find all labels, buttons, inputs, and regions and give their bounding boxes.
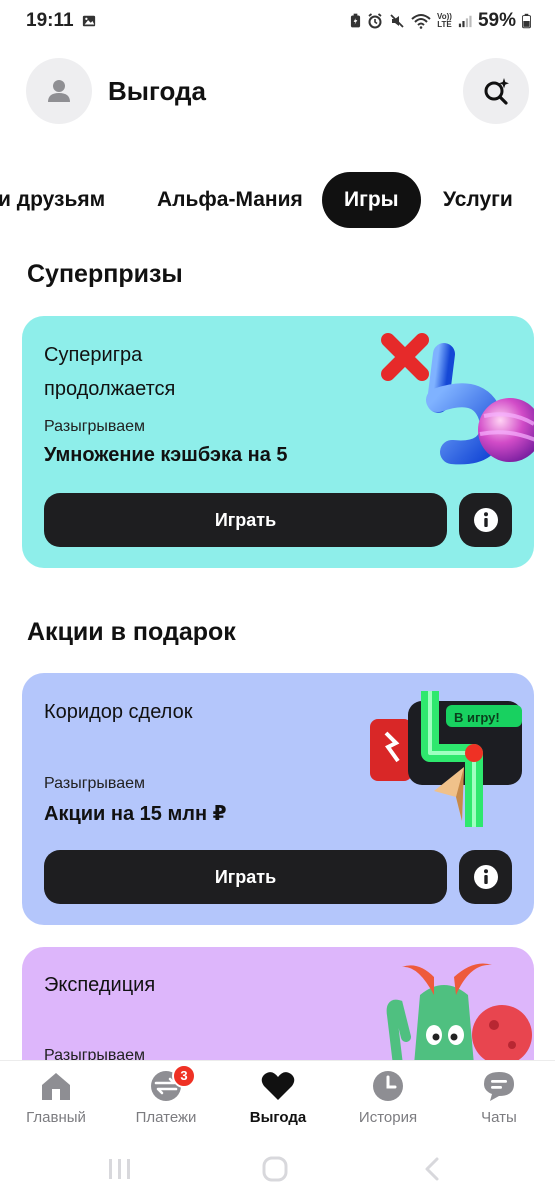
back-icon[interactable] bbox=[420, 1156, 444, 1182]
chat-icon bbox=[484, 1072, 514, 1101]
volte-icon: Vo)) LTE bbox=[437, 13, 452, 29]
clock-icon bbox=[373, 1071, 403, 1101]
multiply-five-art bbox=[381, 333, 534, 465]
info-button[interactable] bbox=[459, 493, 512, 547]
signal-icon bbox=[458, 15, 472, 28]
battery-percent: 59% bbox=[477, 10, 516, 31]
status-bar: 19:11 Vo)) LTE 59% bbox=[0, 0, 555, 42]
corridor-game-art: В игру! bbox=[370, 691, 522, 827]
home-icon bbox=[42, 1073, 70, 1100]
nav-label: Чаты bbox=[481, 1109, 517, 1126]
recent-apps-icon[interactable] bbox=[106, 1156, 134, 1182]
card-title: Экспедиция bbox=[44, 974, 156, 996]
info-button[interactable] bbox=[459, 850, 512, 904]
art-label: В игру! bbox=[454, 710, 500, 725]
volte-line2: LTE bbox=[437, 20, 452, 29]
nav-label: История bbox=[358, 1109, 418, 1126]
nav-item-benefits[interactable]: Выгода bbox=[228, 1069, 328, 1126]
card-title: Суперигра продолжается bbox=[44, 338, 175, 406]
card-title: Коридор сделок bbox=[44, 701, 193, 723]
status-time: 19:11 bbox=[26, 10, 74, 31]
info-icon bbox=[473, 508, 498, 532]
gallery-icon bbox=[82, 15, 95, 27]
system-nav-bar bbox=[0, 1140, 555, 1200]
card-title-line1: Суперигра bbox=[44, 344, 143, 366]
alien-mascot-art bbox=[386, 963, 532, 1065]
mute-icon bbox=[390, 14, 404, 28]
nav-item-home[interactable]: Главный bbox=[6, 1069, 106, 1126]
card-prize: Умножение кэшбэка на 5 bbox=[44, 444, 288, 466]
tab-friends[interactable]: и друзьям bbox=[0, 172, 105, 228]
bottom-nav: Главный 3 Платежи Выгода История Чаты bbox=[0, 1060, 555, 1140]
nav-item-payments[interactable]: 3 Платежи bbox=[116, 1064, 216, 1126]
section-title-gift-shares: Акции в подарок bbox=[27, 618, 236, 646]
card-subtitle: Разыгрываем bbox=[44, 418, 146, 435]
sparkle-search-icon bbox=[484, 78, 509, 105]
alarm-icon bbox=[368, 13, 382, 29]
battery-icon bbox=[522, 13, 531, 29]
tab-bar: и друзьям Альфа-Мания Игры Услуги bbox=[0, 172, 555, 228]
nav-label: Выгода bbox=[249, 1109, 307, 1126]
card-prize: Акции на 15 млн ₽ bbox=[44, 803, 227, 825]
battery-saver-icon bbox=[350, 13, 361, 28]
tab-alfa-mania[interactable]: Альфа-Мания bbox=[157, 172, 303, 228]
search-button[interactable] bbox=[463, 58, 529, 124]
home-button-icon[interactable] bbox=[261, 1156, 289, 1182]
avatar[interactable] bbox=[26, 58, 92, 124]
tab-games[interactable]: Игры bbox=[322, 172, 421, 228]
info-icon bbox=[473, 865, 498, 889]
payments-badge: 3 bbox=[172, 1064, 196, 1088]
play-button[interactable]: Играть bbox=[44, 850, 447, 904]
nav-item-history[interactable]: История bbox=[338, 1069, 438, 1126]
section-title-superprizes: Суперпризы bbox=[27, 260, 183, 288]
nav-item-chats[interactable]: Чаты bbox=[449, 1069, 549, 1126]
deal-corridor-card: Коридор сделок Разыгрываем Акции на 15 м… bbox=[22, 673, 534, 925]
person-icon bbox=[48, 80, 70, 102]
superprize-card: Суперигра продолжается Разыгрываем Умнож… bbox=[22, 316, 534, 568]
nav-label: Главный bbox=[26, 1109, 86, 1126]
header: Выгода bbox=[26, 58, 529, 124]
play-button[interactable]: Играть bbox=[44, 493, 447, 547]
page-title: Выгода bbox=[108, 75, 206, 106]
heart-icon bbox=[261, 1072, 295, 1100]
nav-label: Платежи bbox=[135, 1109, 197, 1126]
wifi-icon bbox=[411, 14, 431, 29]
tab-services[interactable]: Услуги bbox=[443, 172, 513, 228]
card-title-line2: продолжается bbox=[44, 378, 176, 400]
card-subtitle: Разыгрываем bbox=[44, 775, 146, 792]
